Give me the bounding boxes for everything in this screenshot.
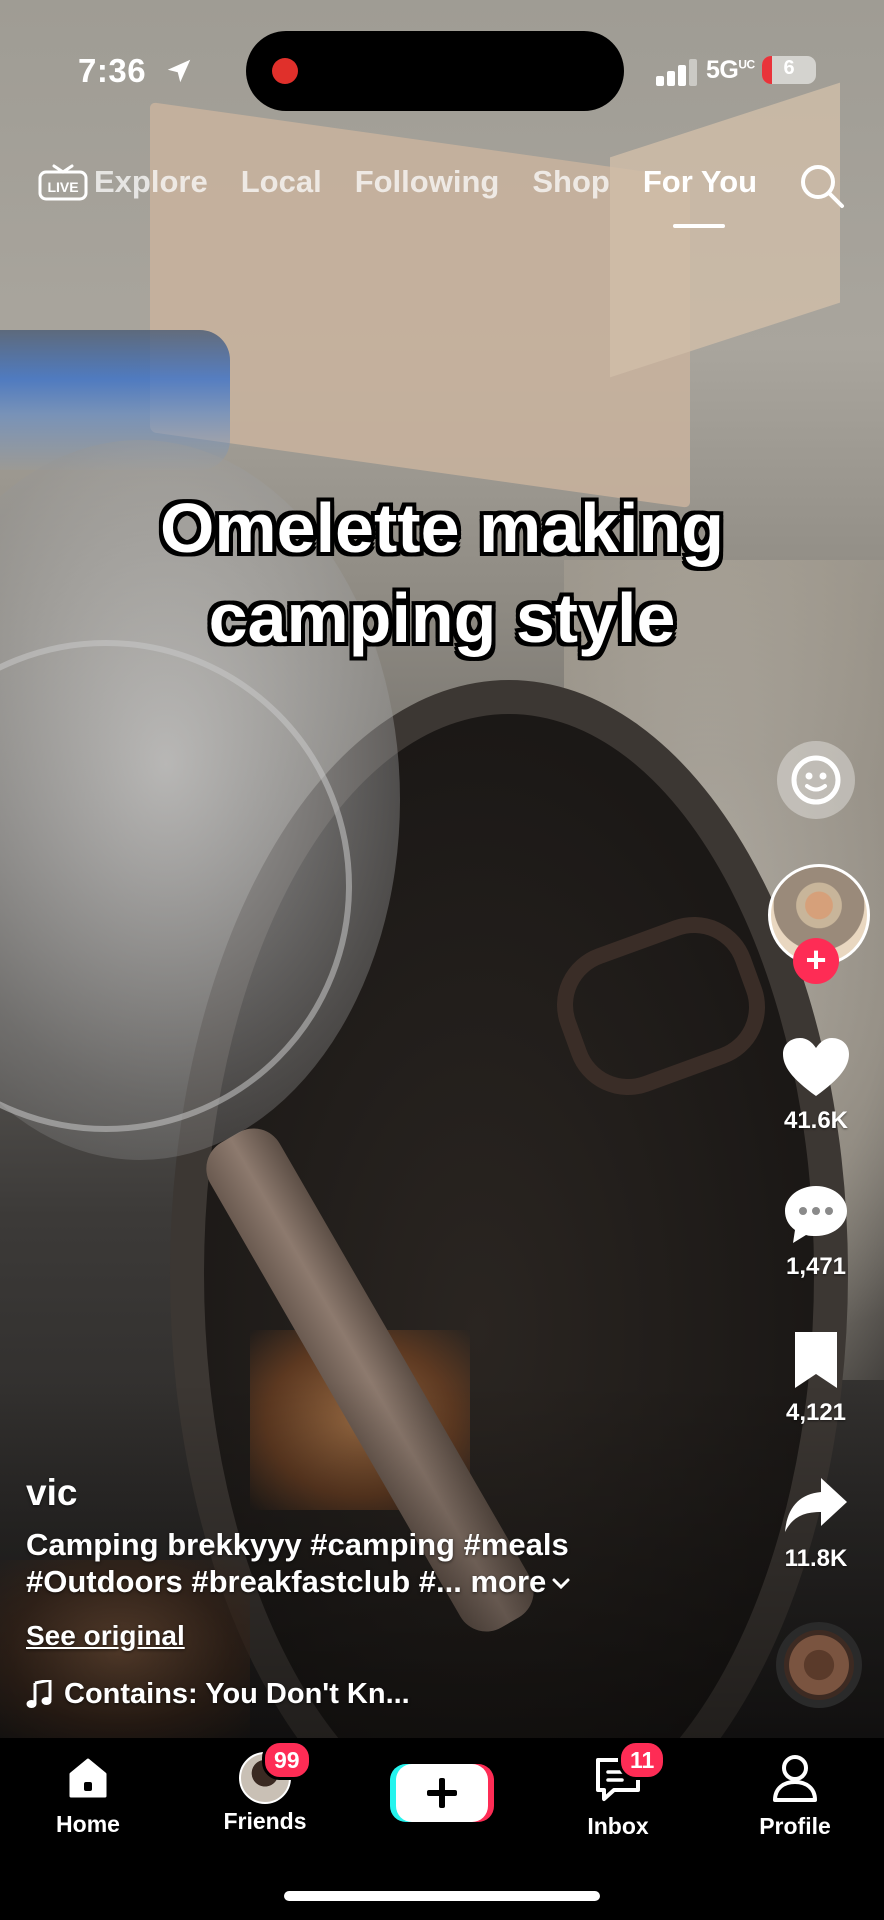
home-icon	[69, 1758, 107, 1798]
tab-inbox-label: Inbox	[587, 1813, 649, 1839]
network-type: 5GUC	[706, 56, 755, 84]
dynamic-island	[246, 31, 624, 111]
music-note-icon	[26, 1679, 52, 1708]
tab-profile[interactable]: Profile	[725, 1752, 865, 1840]
post-caption[interactable]: Camping brekkyyy #camping #meals #Outdoo…	[26, 1526, 726, 1600]
tab-for-you[interactable]: For You	[643, 164, 757, 200]
caption-line-2: #Outdoors #breakfastclub #... more	[26, 1563, 726, 1600]
heart-icon	[783, 1038, 849, 1096]
tab-following[interactable]: Following	[355, 164, 500, 200]
chevron-down-icon	[552, 1578, 570, 1590]
sound-info[interactable]: Contains: You Don't Kn...	[26, 1678, 410, 1711]
video-cardboard-flap	[610, 82, 840, 378]
creator-username[interactable]: vic	[26, 1472, 77, 1514]
active-tab-indicator	[673, 224, 725, 228]
like-count: 41.6K	[783, 1107, 849, 1134]
inbox-badge: 11	[618, 1740, 667, 1780]
overlay-text-line-2: camping style	[208, 579, 676, 657]
live-tv-icon[interactable]: LIVE	[36, 160, 90, 202]
battery-level: 6	[783, 57, 795, 79]
emoji-reaction-button[interactable]	[777, 741, 855, 819]
save-count: 4,121	[785, 1399, 847, 1426]
tab-local[interactable]: Local	[241, 164, 322, 200]
smiley-icon	[791, 755, 841, 805]
home-indicator	[284, 1891, 600, 1901]
tab-friends-label: Friends	[223, 1808, 307, 1834]
share-count: 11.8K	[784, 1545, 848, 1572]
tab-shop[interactable]: Shop	[532, 164, 610, 200]
sound-title: Contains: You Don't Kn...	[64, 1678, 410, 1710]
tab-explore[interactable]: Explore	[94, 164, 208, 200]
comment-count: 1,471	[785, 1253, 847, 1280]
friends-badge: 99	[262, 1740, 312, 1780]
recording-indicator-icon	[272, 58, 298, 84]
tab-home[interactable]: Home	[18, 1752, 158, 1838]
more-button[interactable]: more	[470, 1564, 572, 1599]
location-arrow-icon	[167, 59, 191, 83]
caption-line-2-text: #Outdoors #breakfastclub #...	[26, 1564, 462, 1599]
follow-plus-button[interactable]: +	[793, 938, 839, 984]
bookmark-icon	[795, 1332, 837, 1388]
tab-home-label: Home	[56, 1811, 120, 1837]
create-post-button[interactable]	[390, 1762, 494, 1824]
like-button[interactable]: 41.6K	[766, 1036, 866, 1135]
live-label: LIVE	[47, 179, 78, 195]
profile-person-icon	[773, 1755, 817, 1802]
music-disc-icon[interactable]	[776, 1622, 862, 1708]
see-original-link[interactable]: See original	[26, 1620, 185, 1652]
tab-profile-label: Profile	[759, 1813, 831, 1839]
cellular-signal-icon	[656, 58, 702, 86]
status-time: 7:36	[78, 52, 147, 89]
comment-button[interactable]: 1,471	[766, 1182, 866, 1281]
caption-line-1: Camping brekkyyy #camping #meals	[26, 1527, 569, 1562]
share-arrow-icon	[785, 1478, 847, 1532]
more-label: more	[470, 1564, 547, 1599]
top-tabs: Explore Local Following Shop For You	[94, 164, 757, 200]
battery-icon: 6	[762, 56, 816, 84]
save-button[interactable]: 4,121	[766, 1328, 866, 1427]
search-icon[interactable]	[798, 162, 846, 210]
video-overlay-text: Omelette making camping style	[0, 483, 884, 663]
comment-bubble-icon	[785, 1186, 847, 1243]
overlay-text-line-1: Omelette making	[159, 489, 725, 567]
video-player[interactable]	[0, 0, 884, 1738]
video-cardboard-box	[150, 102, 690, 508]
share-button[interactable]: 11.8K	[766, 1474, 866, 1573]
